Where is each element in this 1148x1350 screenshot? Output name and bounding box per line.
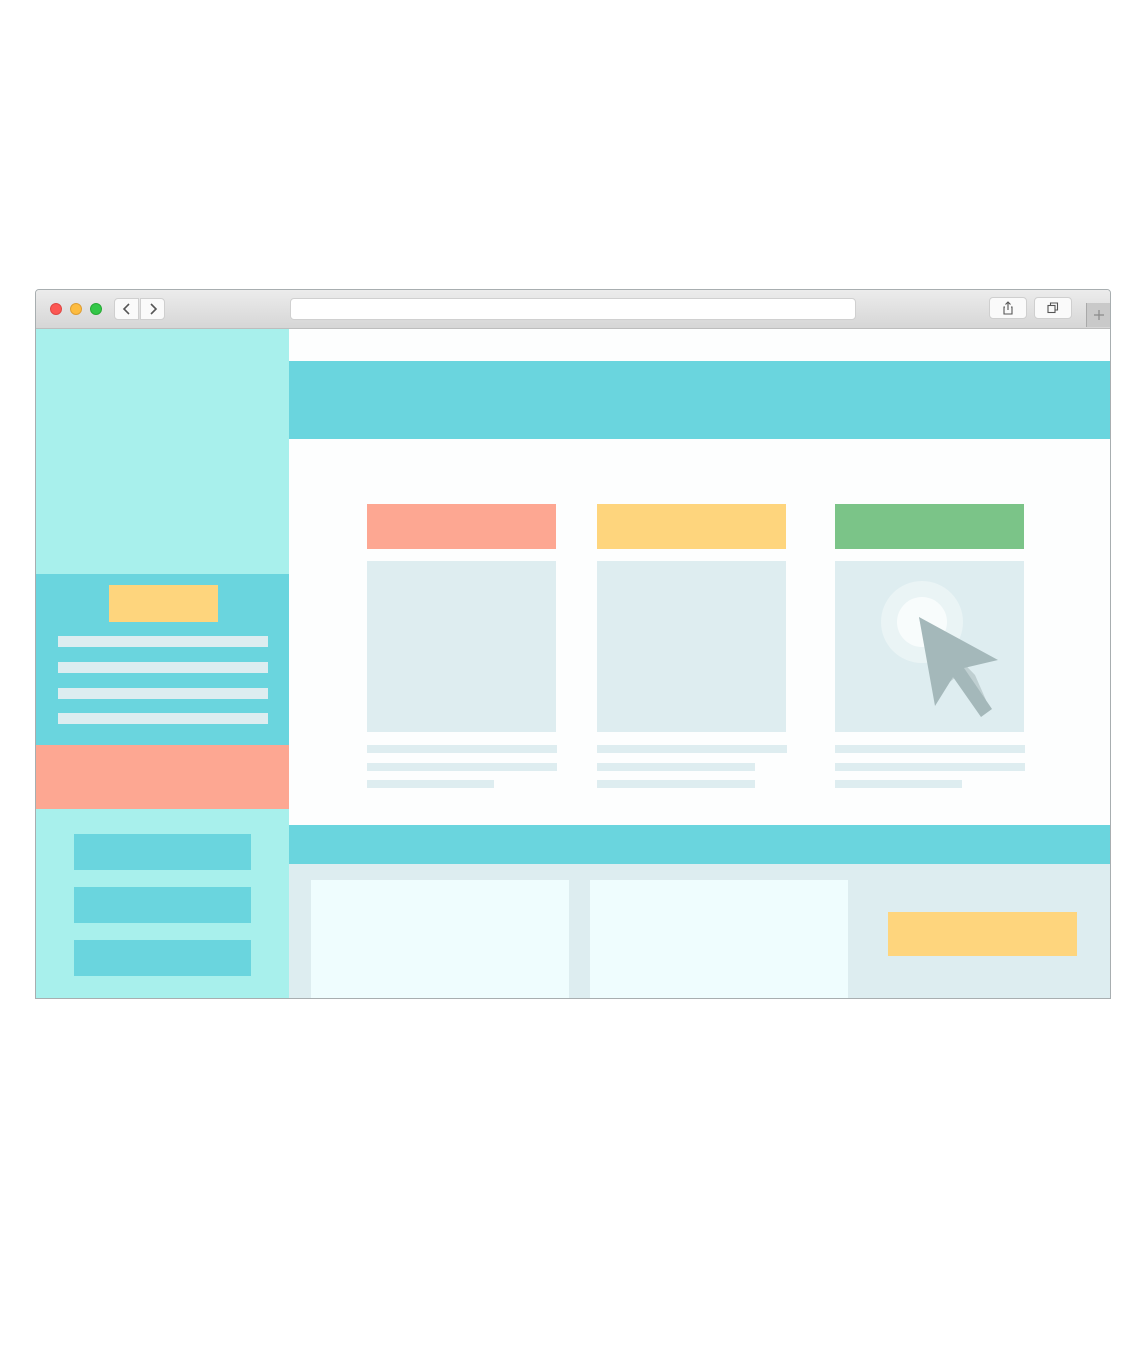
close-window-button[interactable] — [50, 303, 62, 315]
chevron-right-icon — [149, 303, 157, 315]
card-text-line — [367, 763, 557, 771]
sidebar-button[interactable] — [74, 834, 251, 870]
card-header — [597, 504, 786, 549]
show-tabs-button[interactable] — [1034, 297, 1072, 319]
mouse-cursor-icon — [881, 581, 998, 717]
card-image-placeholder[interactable] — [597, 561, 786, 732]
footer-cta-button[interactable] — [888, 912, 1077, 956]
page-content — [36, 329, 1110, 998]
footer — [289, 864, 1110, 998]
footer-bar — [289, 825, 1110, 864]
footer-panel — [590, 880, 848, 998]
card-text-line — [835, 763, 1025, 771]
new-tab-button[interactable] — [1086, 303, 1110, 327]
card-header — [367, 504, 556, 549]
browser-toolbar — [36, 290, 1110, 329]
forward-button[interactable] — [140, 298, 165, 320]
card-text-line — [835, 780, 962, 788]
sidebar-menu-item[interactable] — [58, 688, 268, 699]
sidebar-banner — [36, 745, 289, 809]
back-button[interactable] — [114, 298, 139, 320]
sidebar-menu-title-block — [109, 585, 218, 622]
sidebar — [36, 329, 289, 998]
sidebar-menu-item[interactable] — [58, 662, 268, 673]
share-icon — [1003, 301, 1013, 315]
card-text-line — [367, 745, 557, 753]
header-banner — [289, 361, 1110, 439]
sidebar-menu — [36, 574, 289, 745]
card-text-line — [597, 780, 755, 788]
sidebar-button[interactable] — [74, 887, 251, 923]
address-bar[interactable] — [290, 298, 856, 320]
sidebar-menu-item[interactable] — [58, 713, 268, 724]
sidebar-menu-item[interactable] — [58, 636, 268, 647]
tabs-icon — [1047, 302, 1059, 314]
sidebar-button[interactable] — [74, 940, 251, 976]
minimize-window-button[interactable] — [70, 303, 82, 315]
maximize-window-button[interactable] — [90, 303, 102, 315]
card-text-line — [835, 745, 1025, 753]
card-image-placeholder[interactable] — [367, 561, 556, 732]
card-text-line — [597, 745, 787, 753]
browser-window — [35, 289, 1111, 999]
plus-icon — [1094, 310, 1104, 320]
card-header — [835, 504, 1024, 549]
footer-panel — [311, 880, 569, 998]
share-button[interactable] — [989, 297, 1027, 319]
card-text-line — [367, 780, 494, 788]
chevron-left-icon — [122, 303, 130, 315]
card-text-line — [597, 763, 755, 771]
